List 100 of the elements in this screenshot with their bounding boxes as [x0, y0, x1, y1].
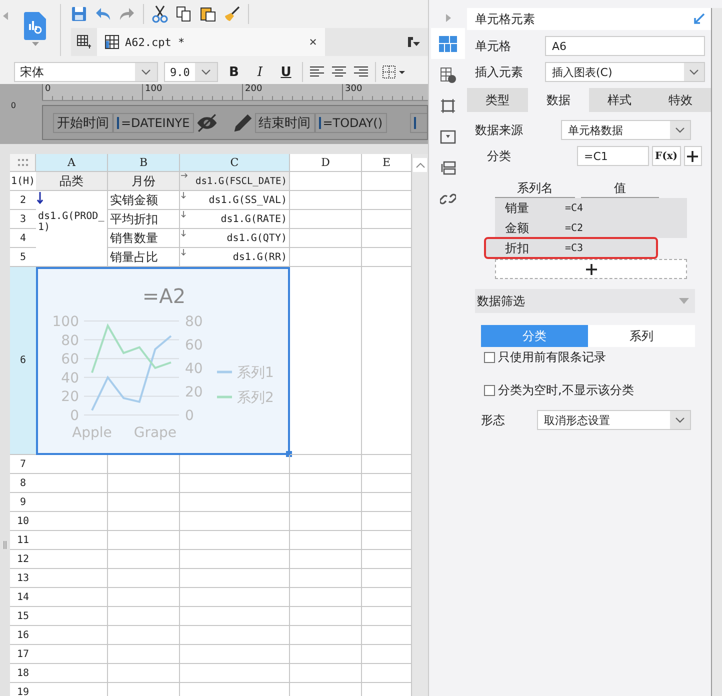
table-cell[interactable]: 月份	[108, 172, 180, 191]
table-cell[interactable]	[108, 645, 180, 664]
cell-field[interactable]: A6	[545, 36, 705, 56]
column-header[interactable]: B	[108, 154, 180, 172]
table-cell[interactable]	[290, 474, 362, 493]
paste-icon[interactable]	[200, 6, 216, 22]
table-cell[interactable]	[108, 531, 180, 550]
table-cell[interactable]	[290, 191, 362, 210]
table-cell[interactable]	[36, 664, 108, 683]
series-row[interactable]: 金额 =C2	[495, 218, 687, 238]
tab[interactable]: 类型	[467, 88, 528, 112]
chevron-down-icon[interactable]	[675, 417, 685, 423]
data-source-select[interactable]: 单元格数据	[561, 120, 691, 140]
segment-tab[interactable]: 系列	[588, 325, 695, 347]
chevron-down-icon[interactable]	[675, 127, 685, 133]
underline-button[interactable]: U	[276, 64, 296, 80]
table-cell[interactable]	[108, 588, 180, 607]
table-cell[interactable]: ds1.G(QTY)	[180, 229, 290, 248]
table-cell[interactable]	[180, 588, 290, 607]
table-cell[interactable]	[108, 512, 180, 531]
table-cell[interactable]	[290, 267, 362, 455]
table-cell[interactable]	[290, 531, 362, 550]
redo-icon[interactable]	[119, 7, 135, 21]
table-cell[interactable]	[36, 531, 108, 550]
font-size-select[interactable]: 9.0	[164, 62, 218, 82]
tab-menu-icon[interactable]	[408, 37, 420, 47]
table-cell[interactable]	[36, 512, 108, 531]
checkbox[interactable]	[484, 352, 495, 362]
panel-tab[interactable]	[431, 28, 465, 59]
table-cell[interactable]	[180, 493, 290, 512]
parameter-field[interactable]: =DATEINYE	[113, 112, 194, 132]
table-cell[interactable]	[36, 550, 108, 569]
table-cell[interactable]	[36, 588, 108, 607]
table-cell[interactable]	[290, 607, 362, 626]
table-cell[interactable]	[290, 455, 362, 474]
file-tab[interactable]: A62.cpt * ×	[97, 28, 325, 56]
table-cell[interactable]	[180, 569, 290, 588]
table-cell[interactable]	[180, 550, 290, 569]
table-cell[interactable]	[36, 474, 108, 493]
border-menu-icon[interactable]	[382, 65, 406, 79]
table-cell[interactable]	[290, 172, 362, 191]
table-cell[interactable]	[180, 474, 290, 493]
table-cell[interactable]	[108, 550, 180, 569]
save-icon[interactable]	[71, 6, 87, 22]
table-cell[interactable]	[108, 664, 180, 683]
table-cell[interactable]	[180, 531, 290, 550]
table-cell[interactable]	[180, 512, 290, 531]
table-cell[interactable]	[108, 455, 180, 474]
table-cell[interactable]	[290, 645, 362, 664]
align-left-icon[interactable]	[309, 66, 325, 78]
column-header[interactable]: D	[290, 154, 362, 172]
table-cell[interactable]	[290, 569, 362, 588]
table-cell[interactable]	[108, 607, 180, 626]
table-cell[interactable]	[180, 607, 290, 626]
table-cell[interactable]	[290, 626, 362, 645]
column-header[interactable]: E	[362, 154, 412, 172]
table-cell[interactable]: 实销金额	[108, 191, 180, 210]
table-cell[interactable]	[36, 626, 108, 645]
insert-element-select[interactable]: 插入图表(C)	[545, 62, 705, 82]
column-header[interactable]: C	[180, 154, 290, 172]
align-center-icon[interactable]	[331, 66, 347, 78]
copy-icon[interactable]	[176, 6, 192, 22]
bold-button[interactable]: B	[224, 64, 244, 80]
cut-icon[interactable]	[152, 5, 168, 23]
table-cell[interactable]	[180, 626, 290, 645]
table-cell[interactable]	[108, 474, 180, 493]
italic-button[interactable]: I	[250, 64, 270, 80]
table-cell[interactable]	[180, 645, 290, 664]
table-cell[interactable]	[36, 607, 108, 626]
arrow-icon[interactable]	[693, 13, 705, 25]
close-button[interactable]: ×	[309, 34, 317, 50]
table-cell[interactable]	[290, 493, 362, 512]
table-cell[interactable]: ds1.G(FSCL_DATE)	[180, 172, 290, 191]
tab[interactable]: 样式	[589, 88, 650, 112]
table-cell[interactable]	[36, 493, 108, 512]
add-series-button[interactable]	[495, 259, 687, 279]
column-header[interactable]: A	[36, 154, 108, 172]
tab[interactable]: 特效	[650, 88, 711, 112]
collapse-left-icon[interactable]	[2, 12, 8, 20]
formula-button[interactable]: F(x)	[652, 146, 681, 166]
hidden-eye-icon[interactable]	[196, 112, 218, 132]
table-cell[interactable]	[290, 210, 362, 229]
series-row[interactable]: 销量 =C4	[495, 198, 687, 218]
table-cell[interactable]: ds1.G(RATE)	[180, 210, 290, 229]
table-cell[interactable]	[108, 493, 180, 512]
table-cell[interactable]	[108, 626, 180, 645]
table-cell[interactable]: 平均折扣	[108, 210, 180, 229]
table-cell[interactable]	[108, 569, 180, 588]
chevron-down-icon[interactable]	[141, 69, 151, 75]
report-logo-icon[interactable]	[24, 12, 46, 40]
table-cell[interactable]	[290, 664, 362, 683]
undo-icon[interactable]	[95, 7, 111, 21]
resize-handle-icon[interactable]	[3, 541, 7, 549]
row-header[interactable]: 6	[10, 267, 36, 455]
table-cell[interactable]	[290, 248, 362, 267]
caret-down-icon[interactable]	[32, 42, 38, 46]
select-all-icon[interactable]	[18, 159, 28, 166]
scroll-up-icon[interactable]	[416, 162, 424, 168]
table-cell[interactable]	[36, 569, 108, 588]
table-cell[interactable]	[290, 588, 362, 607]
